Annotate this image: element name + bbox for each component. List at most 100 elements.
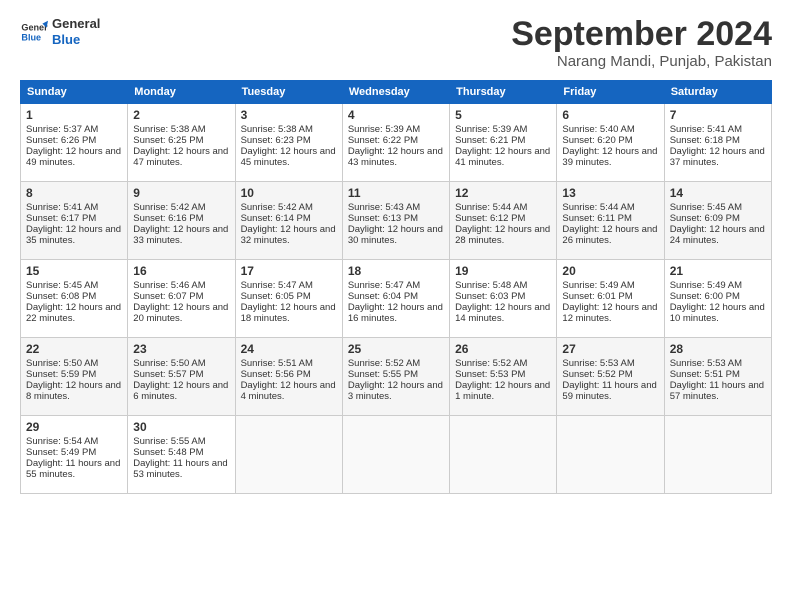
calendar-cell: 24Sunrise: 5:51 AMSunset: 5:56 PMDayligh…	[235, 338, 342, 416]
day-number: 6	[562, 108, 658, 122]
day-number: 11	[348, 186, 444, 200]
sunset: Sunset: 6:17 PM	[26, 213, 96, 224]
day-number: 21	[670, 264, 766, 278]
calendar-week-3: 15Sunrise: 5:45 AMSunset: 6:08 PMDayligh…	[21, 260, 772, 338]
sunset: Sunset: 6:00 PM	[670, 291, 740, 302]
day-number: 28	[670, 342, 766, 356]
sunrise: Sunrise: 5:54 AM	[26, 436, 98, 447]
sunrise: Sunrise: 5:42 AM	[241, 202, 313, 213]
sunrise: Sunrise: 5:49 AM	[562, 280, 634, 291]
day-number: 12	[455, 186, 551, 200]
sunset: Sunset: 6:14 PM	[241, 213, 311, 224]
sunrise: Sunrise: 5:42 AM	[133, 202, 205, 213]
sunset: Sunset: 6:03 PM	[455, 291, 525, 302]
calendar-cell: 20Sunrise: 5:49 AMSunset: 6:01 PMDayligh…	[557, 260, 664, 338]
day-number: 27	[562, 342, 658, 356]
daylight: Daylight: 12 hours and 14 minutes.	[455, 302, 550, 324]
sunrise: Sunrise: 5:55 AM	[133, 436, 205, 447]
calendar-cell: 16Sunrise: 5:46 AMSunset: 6:07 PMDayligh…	[128, 260, 235, 338]
day-number: 3	[241, 108, 337, 122]
col-header-tuesday: Tuesday	[235, 81, 342, 104]
calendar-cell: 3Sunrise: 5:38 AMSunset: 6:23 PMDaylight…	[235, 104, 342, 182]
sunrise: Sunrise: 5:52 AM	[348, 358, 420, 369]
sunset: Sunset: 5:57 PM	[133, 369, 203, 380]
daylight: Daylight: 12 hours and 35 minutes.	[26, 224, 121, 246]
day-number: 23	[133, 342, 229, 356]
sunset: Sunset: 6:04 PM	[348, 291, 418, 302]
col-header-saturday: Saturday	[664, 81, 771, 104]
sunset: Sunset: 5:53 PM	[455, 369, 525, 380]
sunset: Sunset: 6:05 PM	[241, 291, 311, 302]
sunrise: Sunrise: 5:44 AM	[455, 202, 527, 213]
col-header-friday: Friday	[557, 81, 664, 104]
calendar-cell: 26Sunrise: 5:52 AMSunset: 5:53 PMDayligh…	[450, 338, 557, 416]
sunset: Sunset: 5:48 PM	[133, 447, 203, 458]
day-number: 4	[348, 108, 444, 122]
day-number: 13	[562, 186, 658, 200]
calendar-cell: 21 Sunrise: 5:49 AMSunset: 6:00 PMDayligh…	[664, 260, 771, 338]
daylight: Daylight: 12 hours and 4 minutes.	[241, 380, 336, 402]
sunset: Sunset: 5:56 PM	[241, 369, 311, 380]
header: General Blue General Blue September 2024…	[20, 16, 772, 70]
sunset: Sunset: 6:18 PM	[670, 135, 740, 146]
daylight: Daylight: 12 hours and 30 minutes.	[348, 224, 443, 246]
daylight: Daylight: 12 hours and 47 minutes.	[133, 146, 228, 168]
sunset: Sunset: 6:01 PM	[562, 291, 632, 302]
day-number: 7	[670, 108, 766, 122]
sunrise: Sunrise: 5:47 AM	[241, 280, 313, 291]
calendar-cell: 28Sunrise: 5:53 AMSunset: 5:51 PMDayligh…	[664, 338, 771, 416]
daylight: Daylight: 12 hours and 49 minutes.	[26, 146, 121, 168]
title-block: September 2024 Narang Mandi, Punjab, Pak…	[511, 16, 772, 70]
day-number: 15	[26, 264, 122, 278]
day-number: 30	[133, 420, 229, 434]
daylight: Daylight: 12 hours and 6 minutes.	[133, 380, 228, 402]
calendar-header-row: SundayMondayTuesdayWednesdayThursdayFrid…	[21, 81, 772, 104]
daylight: Daylight: 11 hours and 53 minutes.	[133, 458, 227, 480]
day-number: 16	[133, 264, 229, 278]
sunset: Sunset: 6:13 PM	[348, 213, 418, 224]
calendar-cell: 27Sunrise: 5:53 AMSunset: 5:52 PMDayligh…	[557, 338, 664, 416]
logo: General Blue General Blue	[20, 16, 100, 47]
month-title: September 2024	[511, 16, 772, 53]
sunrise: Sunrise: 5:45 AM	[670, 202, 742, 213]
sunrise: Sunrise: 5:38 AM	[241, 124, 313, 135]
daylight: Daylight: 11 hours and 59 minutes.	[562, 380, 656, 402]
sunrise: Sunrise: 5:50 AM	[26, 358, 98, 369]
sunset: Sunset: 5:55 PM	[348, 369, 418, 380]
daylight: Daylight: 12 hours and 20 minutes.	[133, 302, 228, 324]
daylight: Daylight: 12 hours and 37 minutes.	[670, 146, 765, 168]
day-number: 8	[26, 186, 122, 200]
calendar-week-4: 22Sunrise: 5:50 AMSunset: 5:59 PMDayligh…	[21, 338, 772, 416]
calendar-cell: 4Sunrise: 5:39 AMSunset: 6:22 PMDaylight…	[342, 104, 449, 182]
sunrise: Sunrise: 5:38 AM	[133, 124, 205, 135]
day-number: 24	[241, 342, 337, 356]
daylight: Daylight: 12 hours and 1 minute.	[455, 380, 550, 402]
col-header-thursday: Thursday	[450, 81, 557, 104]
day-number: 18	[348, 264, 444, 278]
calendar-cell: 17Sunrise: 5:47 AMSunset: 6:05 PMDayligh…	[235, 260, 342, 338]
day-number: 14	[670, 186, 766, 200]
calendar-cell: 15Sunrise: 5:45 AMSunset: 6:08 PMDayligh…	[21, 260, 128, 338]
daylight: Daylight: 12 hours and 43 minutes.	[348, 146, 443, 168]
calendar-cell: 18Sunrise: 5:47 AMSunset: 6:04 PMDayligh…	[342, 260, 449, 338]
sunrise: Sunrise: 5:40 AM	[562, 124, 634, 135]
col-header-monday: Monday	[128, 81, 235, 104]
daylight: Daylight: 12 hours and 16 minutes.	[348, 302, 443, 324]
page: General Blue General Blue September 2024…	[0, 0, 792, 612]
day-number: 5	[455, 108, 551, 122]
svg-text:Blue: Blue	[21, 32, 41, 42]
sunrise: Sunrise: 5:49 AM	[670, 280, 742, 291]
calendar-cell: 1Sunrise: 5:37 AMSunset: 6:26 PMDaylight…	[21, 104, 128, 182]
sunset: Sunset: 6:21 PM	[455, 135, 525, 146]
sunrise: Sunrise: 5:39 AM	[348, 124, 420, 135]
sunset: Sunset: 6:20 PM	[562, 135, 632, 146]
day-number: 25	[348, 342, 444, 356]
sunrise: Sunrise: 5:41 AM	[26, 202, 98, 213]
sunrise: Sunrise: 5:43 AM	[348, 202, 420, 213]
daylight: Daylight: 12 hours and 10 minutes.	[670, 302, 765, 324]
sunrise: Sunrise: 5:48 AM	[455, 280, 527, 291]
sunset: Sunset: 6:23 PM	[241, 135, 311, 146]
calendar-cell: 19Sunrise: 5:48 AMSunset: 6:03 PMDayligh…	[450, 260, 557, 338]
sunset: Sunset: 6:11 PM	[562, 213, 632, 224]
sunrise: Sunrise: 5:52 AM	[455, 358, 527, 369]
